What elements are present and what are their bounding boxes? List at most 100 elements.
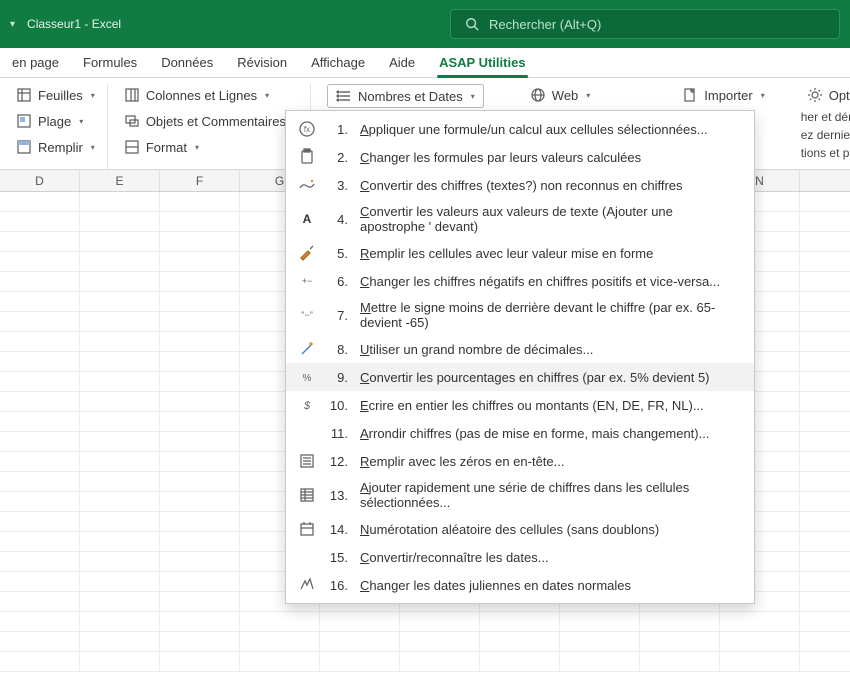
cell[interactable] — [160, 512, 240, 531]
cell[interactable] — [800, 612, 850, 631]
cell[interactable] — [80, 352, 160, 371]
cell[interactable] — [80, 432, 160, 451]
cell[interactable] — [240, 652, 320, 671]
cell[interactable] — [80, 652, 160, 671]
cell[interactable] — [160, 392, 240, 411]
cell[interactable] — [80, 392, 160, 411]
cell[interactable] — [80, 312, 160, 331]
cell[interactable] — [400, 652, 480, 671]
cell[interactable] — [0, 352, 80, 371]
menu-item-13[interactable]: 13.Ajouter rapidement une série de chiff… — [286, 475, 754, 515]
cell[interactable] — [80, 492, 160, 511]
sheets-button[interactable]: Feuilles▾ — [10, 84, 101, 106]
cell[interactable] — [240, 632, 320, 651]
cell[interactable] — [800, 212, 850, 231]
web-button[interactable]: Web▾ — [524, 84, 597, 106]
cell[interactable] — [640, 632, 720, 651]
cell[interactable] — [160, 212, 240, 231]
cell[interactable] — [160, 232, 240, 251]
columns-rows-button[interactable]: Colonnes et Lignes▾ — [118, 84, 304, 106]
cell[interactable] — [0, 452, 80, 471]
cell[interactable] — [0, 512, 80, 531]
cell[interactable] — [0, 432, 80, 451]
cell[interactable] — [80, 572, 160, 591]
cell[interactable] — [0, 472, 80, 491]
tab-help[interactable]: Aide — [377, 49, 427, 77]
menu-item-11[interactable]: 11.Arrondir chiffres (pas de mise en for… — [286, 419, 754, 447]
cell[interactable] — [800, 292, 850, 311]
cell[interactable] — [800, 352, 850, 371]
col-header[interactable]: E — [80, 170, 160, 191]
tab-asap-utilities[interactable]: ASAP Utilities — [427, 49, 537, 77]
cell[interactable] — [80, 272, 160, 291]
cell[interactable] — [160, 492, 240, 511]
cell[interactable] — [800, 492, 850, 511]
objects-comments-button[interactable]: Objets et Commentaires▾ — [118, 110, 304, 132]
cell[interactable] — [160, 272, 240, 291]
cell[interactable] — [400, 632, 480, 651]
col-header[interactable]: D — [0, 170, 80, 191]
cell[interactable] — [80, 552, 160, 571]
cell[interactable] — [560, 632, 640, 651]
cell[interactable] — [80, 472, 160, 491]
fill-button[interactable]: Remplir▾ — [10, 136, 101, 158]
cell[interactable] — [0, 612, 80, 631]
cell[interactable] — [80, 612, 160, 631]
cell[interactable] — [80, 512, 160, 531]
cell[interactable] — [0, 632, 80, 651]
cell[interactable] — [560, 612, 640, 631]
cell[interactable] — [80, 372, 160, 391]
cell[interactable] — [0, 192, 80, 211]
cell[interactable] — [160, 192, 240, 211]
cell[interactable] — [800, 592, 850, 611]
cell[interactable] — [0, 272, 80, 291]
cell[interactable] — [800, 332, 850, 351]
cell[interactable] — [80, 292, 160, 311]
cell[interactable] — [160, 312, 240, 331]
cell[interactable] — [720, 612, 800, 631]
cell[interactable] — [160, 252, 240, 271]
cell[interactable] — [80, 212, 160, 231]
cell[interactable] — [800, 472, 850, 491]
cell[interactable] — [800, 532, 850, 551]
menu-item-8[interactable]: 8.Utiliser un grand nombre de décimales.… — [286, 335, 754, 363]
cell[interactable] — [160, 352, 240, 371]
cell[interactable] — [320, 632, 400, 651]
cell[interactable] — [800, 192, 850, 211]
cell[interactable] — [400, 612, 480, 631]
cell[interactable] — [160, 412, 240, 431]
title-dropdown[interactable]: ▾ — [10, 19, 15, 30]
cell[interactable] — [240, 612, 320, 631]
cell[interactable] — [800, 512, 850, 531]
tab-review[interactable]: Révision — [225, 49, 299, 77]
cell[interactable] — [640, 652, 720, 671]
options-button[interactable]: Options ASAP Utilities▾ — [801, 84, 850, 106]
cell[interactable] — [80, 252, 160, 271]
cell[interactable] — [160, 552, 240, 571]
cell[interactable] — [80, 632, 160, 651]
cell[interactable] — [0, 572, 80, 591]
menu-item-5[interactable]: 5.Remplir les cellules avec leur valeur … — [286, 239, 754, 267]
cell[interactable] — [0, 312, 80, 331]
cell[interactable] — [0, 392, 80, 411]
col-header[interactable] — [800, 170, 850, 191]
menu-item-9[interactable]: %9.Convertir les pourcentages en chiffre… — [286, 363, 754, 391]
menu-item-14[interactable]: 14.Numérotation aléatoire des cellules (… — [286, 515, 754, 543]
menu-item-6[interactable]: +−6.Changer les chiffres négatifs en chi… — [286, 267, 754, 295]
cell[interactable] — [160, 612, 240, 631]
tab-page-layout[interactable]: en page — [0, 49, 71, 77]
cell[interactable] — [160, 652, 240, 671]
cell[interactable] — [800, 632, 850, 651]
cell[interactable] — [0, 652, 80, 671]
menu-item-16[interactable]: 16.Changer les dates juliennes en dates … — [286, 571, 754, 599]
tab-formulas[interactable]: Formules — [71, 49, 149, 77]
cell[interactable] — [800, 652, 850, 671]
cell[interactable] — [800, 272, 850, 291]
menu-item-3[interactable]: 3.Convertir des chiffres (textes?) non r… — [286, 171, 754, 199]
import-button[interactable]: Importer▾ — [676, 84, 770, 106]
cell[interactable] — [160, 372, 240, 391]
cell[interactable] — [80, 232, 160, 251]
tab-view[interactable]: Affichage — [299, 49, 377, 77]
cell[interactable] — [320, 652, 400, 671]
menu-item-4[interactable]: A4.Convertir les valeurs aux valeurs de … — [286, 199, 754, 239]
